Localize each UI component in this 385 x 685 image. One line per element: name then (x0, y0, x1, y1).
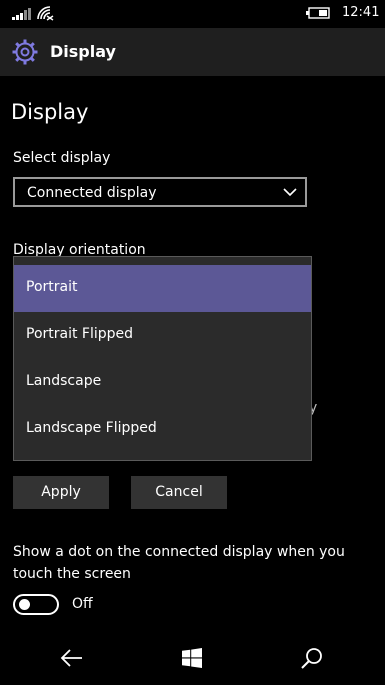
chevron-down-icon (283, 188, 297, 197)
option-label: Landscape Flipped (26, 420, 157, 436)
toggle-knob (19, 599, 30, 610)
windows-icon[interactable] (182, 648, 202, 668)
orientation-option-landscape[interactable]: Landscape (14, 359, 311, 406)
status-bar: 12:41 (0, 0, 385, 28)
option-label: Portrait Flipped (26, 326, 134, 342)
dot-setting-toggle[interactable] (13, 594, 59, 615)
select-display-dropdown[interactable]: Connected display (13, 177, 307, 207)
gear-icon (12, 39, 38, 65)
orientation-dropdown-list: Portrait Portrait Flipped Landscape Land… (13, 256, 312, 461)
battery-icon (306, 7, 330, 19)
dot-setting-state: Off (72, 596, 93, 612)
page-title: Display (11, 100, 89, 124)
signal-icon (12, 8, 31, 20)
back-icon[interactable] (60, 648, 84, 668)
app-header: Display (0, 28, 385, 76)
select-display-label: Select display (13, 150, 111, 166)
option-label: Landscape (26, 373, 102, 389)
header-title: Display (50, 42, 116, 61)
select-display-value: Connected display (27, 185, 157, 201)
orientation-option-portrait-flipped[interactable]: Portrait Flipped (14, 312, 311, 359)
option-label: Portrait (26, 279, 78, 295)
clock: 12:41 (342, 5, 380, 20)
navigation-bar (0, 632, 385, 685)
apply-button[interactable]: Apply (13, 476, 109, 509)
search-icon[interactable] (300, 646, 324, 670)
wifi-icon (37, 6, 54, 21)
orientation-option-landscape-flipped[interactable]: Landscape Flipped (14, 406, 311, 453)
orientation-option-portrait[interactable]: Portrait (14, 265, 311, 312)
cancel-button[interactable]: Cancel (131, 476, 227, 509)
dot-setting-label: Show a dot on the connected display when… (13, 544, 345, 582)
